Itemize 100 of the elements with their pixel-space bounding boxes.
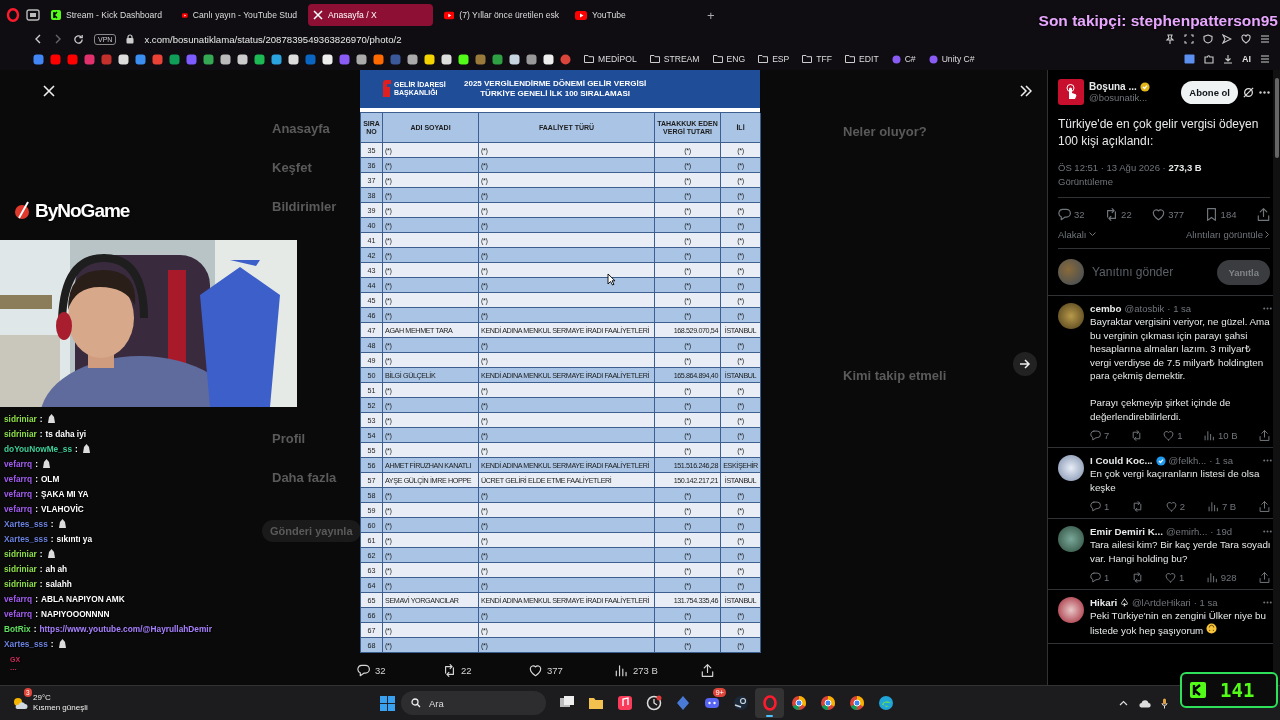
opera-icon[interactable] bbox=[6, 8, 20, 22]
chat-link[interactable]: https://www.youtube.com/@HayrullahDemir bbox=[39, 623, 212, 634]
quotes-link[interactable]: Alıntıları görüntüle bbox=[1185, 229, 1270, 240]
address-field[interactable]: x.com/bosunatiklama/status/2087839549363826970/photo/2 bbox=[144, 33, 402, 45]
site-icon[interactable] bbox=[373, 53, 384, 65]
author-handle[interactable]: @atosbik bbox=[1124, 303, 1165, 314]
bookmark-link[interactable]: Unity C# bbox=[928, 54, 975, 64]
bookmark-folder[interactable]: ESP bbox=[758, 54, 790, 64]
like-button[interactable]: 377 bbox=[529, 664, 615, 677]
site-icon[interactable] bbox=[203, 53, 214, 65]
chat-username[interactable]: sidriniar bbox=[4, 428, 37, 439]
chat-username[interactable]: sidriniar bbox=[4, 578, 37, 589]
author-handle[interactable]: @felkh... bbox=[1168, 455, 1207, 466]
weather-condition[interactable]: Kısmen güneşli bbox=[33, 703, 88, 713]
chat-username[interactable]: vefarrq bbox=[4, 473, 33, 484]
chevron-up-icon[interactable] bbox=[1119, 700, 1128, 706]
chat-username[interactable]: vefarrq bbox=[4, 488, 33, 499]
site-icon[interactable] bbox=[288, 53, 299, 65]
chat-username[interactable]: doYouNowMe_ss bbox=[4, 443, 73, 454]
chat-username[interactable]: Xartes_sss bbox=[4, 533, 48, 544]
shield-icon[interactable] bbox=[1203, 34, 1213, 44]
author-handle[interactable]: @lArtdeHikari bbox=[1131, 597, 1191, 608]
more-icon[interactable] bbox=[1259, 90, 1270, 94]
repost-button[interactable] bbox=[1132, 501, 1144, 512]
browser-tab[interactable]: (7) Yıllar önce üretilen esk bbox=[439, 4, 564, 26]
chat-username[interactable]: sidriniar bbox=[4, 548, 37, 559]
reply-button[interactable]: 32 bbox=[1058, 208, 1085, 221]
puzzle-icon[interactable] bbox=[1204, 54, 1214, 64]
site-icon[interactable] bbox=[118, 53, 129, 65]
site-icon[interactable] bbox=[424, 53, 435, 65]
reply-button[interactable]: 1 bbox=[1090, 501, 1110, 512]
author-name[interactable]: Boşuna ... bbox=[1089, 81, 1137, 92]
heart-icon[interactable] bbox=[1241, 34, 1251, 44]
menu-icon[interactable] bbox=[1260, 54, 1270, 64]
reload-icon[interactable] bbox=[73, 33, 84, 45]
scrollbar-thumb[interactable] bbox=[1275, 78, 1279, 158]
chat-username[interactable]: vefarrq bbox=[4, 503, 33, 514]
chat-username[interactable]: Xartes_sss bbox=[4, 518, 48, 529]
reply-button[interactable]: 32 bbox=[357, 664, 443, 677]
chat-username[interactable]: sidriniar bbox=[4, 563, 37, 574]
bookmark-folder[interactable]: STREAM bbox=[649, 54, 700, 64]
download-icon[interactable] bbox=[1223, 54, 1233, 64]
repost-button[interactable]: 22 bbox=[1105, 208, 1132, 221]
bookmark-folder[interactable]: TFF bbox=[802, 54, 833, 64]
weather-icon[interactable] bbox=[12, 696, 28, 710]
chat-username[interactable]: vefarrq bbox=[4, 608, 33, 619]
chat-username[interactable]: BotRix bbox=[4, 623, 31, 634]
browser-tab[interactable]: YouTube bbox=[570, 4, 695, 26]
bookmark-link[interactable]: C# bbox=[891, 54, 916, 64]
browser-tab[interactable]: Anasayfa / X bbox=[308, 4, 433, 26]
like-button[interactable]: 2 bbox=[1165, 501, 1186, 512]
bookmark-button[interactable]: 184 bbox=[1204, 208, 1237, 221]
like-button[interactable]: 1 bbox=[1163, 430, 1183, 441]
views-button[interactable]: 928 bbox=[1206, 572, 1237, 583]
window-icon[interactable] bbox=[1184, 54, 1195, 64]
author-name[interactable]: I Could Koc... bbox=[1090, 455, 1153, 466]
site-icon[interactable] bbox=[322, 53, 333, 65]
author-handle[interactable]: @bosunatik... bbox=[1089, 92, 1177, 103]
site-icon[interactable] bbox=[441, 53, 452, 65]
browser-tab[interactable]: Stream - Kick Dashboard bbox=[46, 4, 171, 26]
site-icon[interactable] bbox=[271, 53, 282, 65]
like-button[interactable]: 377 bbox=[1152, 208, 1185, 221]
send-icon[interactable] bbox=[1222, 34, 1232, 44]
ai-button[interactable]: AI bbox=[1242, 54, 1251, 64]
scrollbar[interactable] bbox=[1273, 70, 1280, 685]
bookmark-folder[interactable]: EDIT bbox=[845, 54, 879, 64]
cloud-icon[interactable] bbox=[1138, 698, 1151, 708]
start-icon[interactable] bbox=[380, 695, 395, 711]
follow-button[interactable]: Abone ol bbox=[1181, 80, 1238, 104]
back-icon[interactable] bbox=[33, 34, 43, 44]
views-button[interactable]: 10 B bbox=[1203, 430, 1238, 441]
temperature[interactable]: 29°C bbox=[33, 693, 88, 703]
author-name[interactable]: Hikari ♤ bbox=[1090, 597, 1129, 608]
site-icon[interactable] bbox=[135, 53, 146, 65]
repost-button[interactable] bbox=[1130, 430, 1142, 441]
chat-username[interactable]: vefarrq bbox=[4, 593, 33, 604]
site-icon[interactable] bbox=[254, 53, 265, 65]
pin-icon[interactable] bbox=[1165, 34, 1175, 44]
chat-username[interactable]: Xartes_sss bbox=[4, 638, 48, 649]
repost-button[interactable]: 22 bbox=[443, 664, 529, 677]
sort-dropdown[interactable]: Alakalı bbox=[1058, 229, 1096, 240]
workspace-icon[interactable] bbox=[26, 9, 40, 21]
close-icon[interactable] bbox=[43, 85, 55, 97]
repost-button[interactable] bbox=[1131, 572, 1143, 583]
views-button[interactable]: 7 B bbox=[1207, 501, 1237, 512]
site-icon[interactable] bbox=[526, 53, 537, 65]
site-icon[interactable] bbox=[458, 53, 469, 65]
site-icon[interactable] bbox=[543, 53, 554, 65]
expand-icon[interactable] bbox=[1020, 85, 1032, 97]
reply-button[interactable]: 1 bbox=[1090, 572, 1110, 583]
bookmark-folder[interactable]: ENG bbox=[712, 54, 746, 64]
site-icon[interactable] bbox=[237, 53, 248, 65]
site-icon[interactable] bbox=[220, 53, 231, 65]
crop-icon[interactable] bbox=[1184, 34, 1194, 44]
browser-tab[interactable]: Canlı yayın - YouTube Stud bbox=[177, 4, 302, 26]
views-button[interactable]: 273 B bbox=[615, 664, 701, 677]
new-tab-button[interactable]: + bbox=[707, 7, 715, 23]
chat-username[interactable]: sidriniar bbox=[4, 413, 37, 424]
site-icon[interactable] bbox=[356, 53, 367, 65]
reply-button[interactable]: 7 bbox=[1090, 430, 1110, 441]
